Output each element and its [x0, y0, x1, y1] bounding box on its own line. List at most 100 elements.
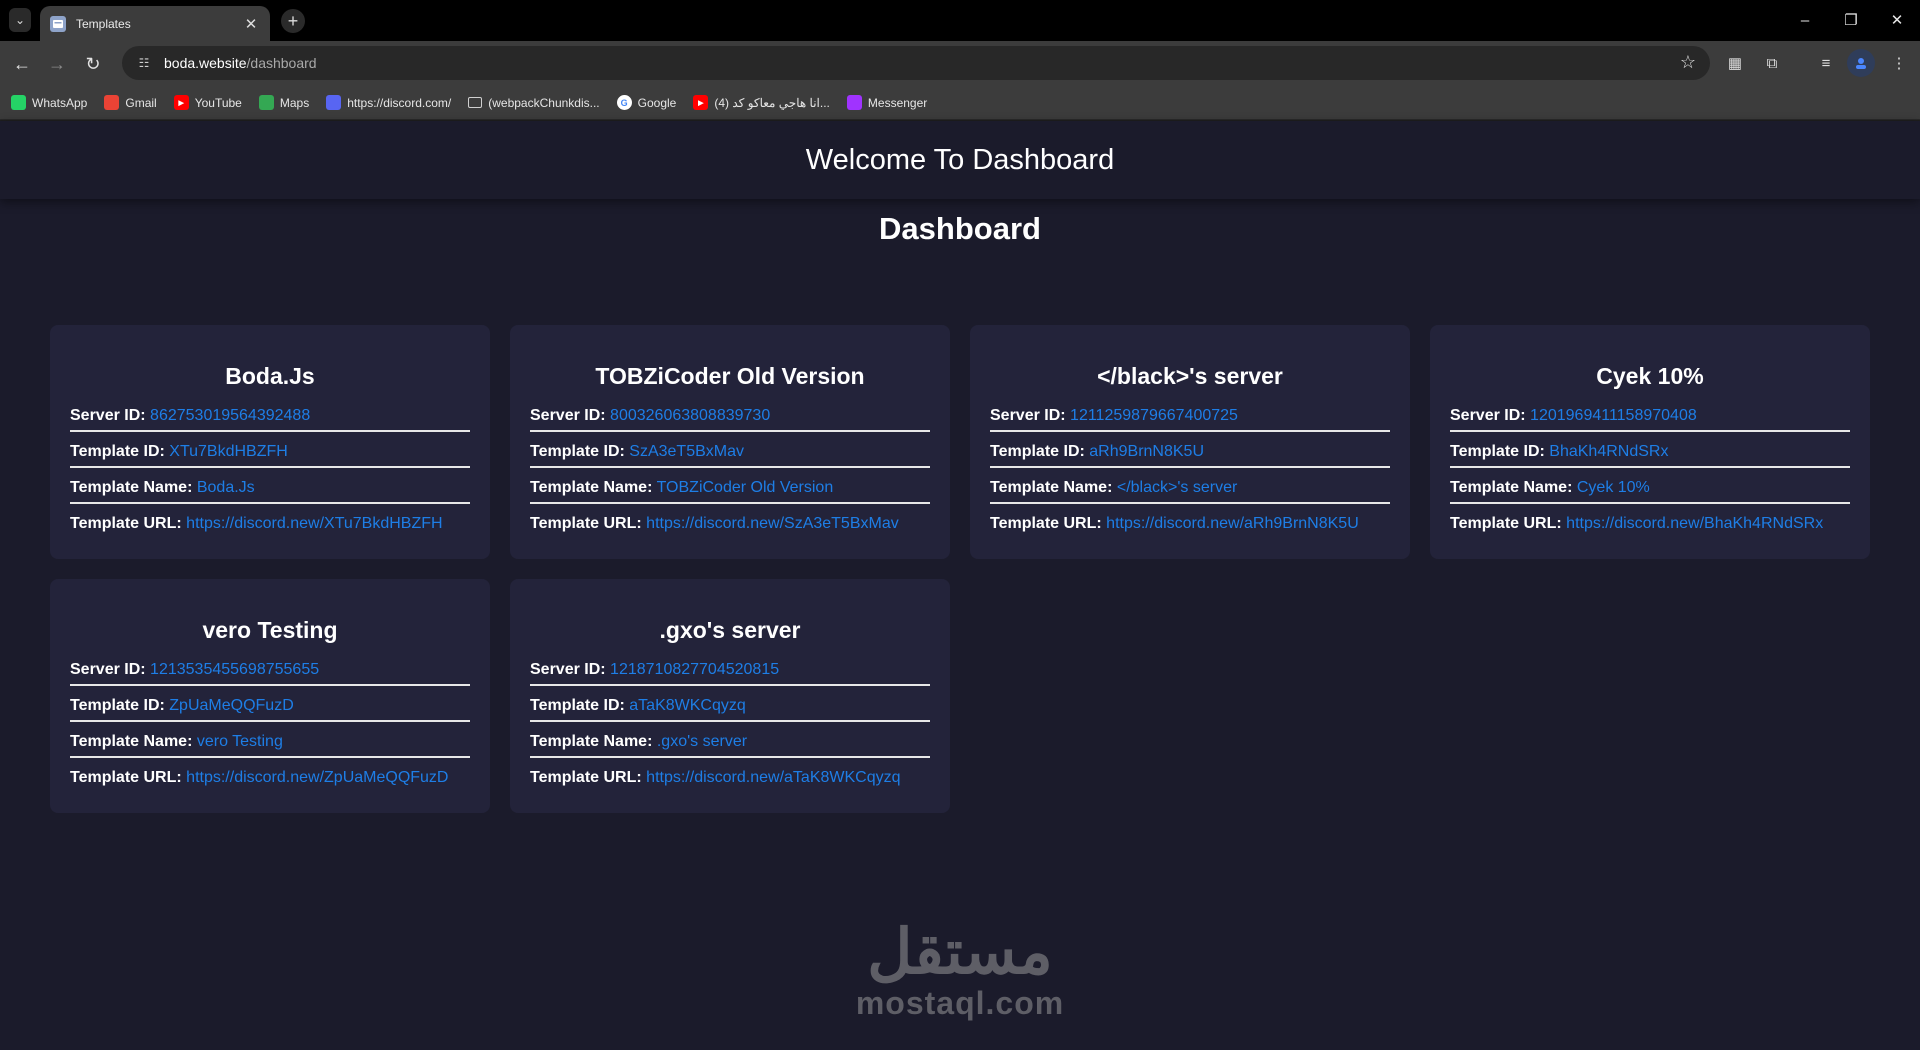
- card-title: .gxo's server: [659, 617, 801, 643]
- template-id-link[interactable]: aRh9BrnN8K5U: [1089, 443, 1204, 460]
- server-id-row: Server ID: 1213535455698755655: [70, 658, 470, 686]
- server-id-link[interactable]: 862753019564392488: [150, 407, 310, 424]
- restore-button[interactable]: ❐: [1836, 8, 1866, 32]
- page-header: Welcome To Dashboard: [0, 121, 1920, 199]
- mostaql-watermark-logo: مستقل mostaql.com: [840, 918, 1080, 1022]
- bookmark-item[interactable]: Maps: [258, 95, 309, 110]
- template-id-row: Template ID: SzA3eT5BxMav: [530, 440, 930, 468]
- template-id-row: Template ID: XTu7BkdHBZFH: [70, 440, 470, 468]
- new-tab-button[interactable]: +: [281, 9, 305, 33]
- server-id-link[interactable]: 1201969411158970408: [1530, 407, 1697, 424]
- template-id-label: Template ID:: [1450, 443, 1545, 460]
- bookmark-item[interactable]: https://discord.com/: [326, 95, 451, 110]
- reload-icon: ↻: [85, 53, 101, 74]
- template-url-row: Template URL: https://discord.new/XTu7Bk…: [70, 512, 470, 548]
- server-id-row: Server ID: 862753019564392488: [70, 404, 470, 432]
- template-id-link[interactable]: aTaK8WKCqyzq: [629, 697, 746, 714]
- maps-icon: [258, 95, 274, 110]
- template-id-row: Template ID: aRh9BrnN8K5U: [990, 440, 1390, 468]
- template-card: Boda.Js Server ID: 862753019564392488 Temp…: [50, 325, 490, 559]
- template-url-label: Template URL:: [70, 515, 182, 532]
- template-card: .gxo's server Server ID: 1218710827704520…: [510, 579, 950, 813]
- minimize-button[interactable]: –: [1790, 8, 1820, 32]
- template-id-label: Template ID:: [530, 443, 625, 460]
- server-id-link[interactable]: 800326063808839730: [610, 407, 770, 424]
- template-card: </black>'s server Server ID: 121125987966…: [970, 325, 1410, 559]
- template-name-label: Template Name:: [70, 733, 193, 750]
- template-name-link[interactable]: Boda.Js: [197, 479, 255, 496]
- close-window-button[interactable]: ✕: [1882, 8, 1912, 32]
- template-name-link[interactable]: TOBZiCoder Old Version: [657, 479, 834, 496]
- bookmark-item[interactable]: (webpackChunkdis...: [468, 96, 600, 110]
- template-url-row: Template URL: https://discord.new/BhaKh4…: [1450, 512, 1850, 548]
- template-url-link[interactable]: https://discord.new/BhaKh4RNdSRx: [1566, 515, 1823, 532]
- template-id-link[interactable]: SzA3eT5BxMav: [629, 443, 744, 460]
- bookmark-label: WhatsApp: [32, 95, 88, 110]
- tab-favicon-icon: [50, 15, 66, 32]
- template-id-link[interactable]: ZpUaMeQQFuzD: [169, 697, 293, 714]
- back-button[interactable]: ←: [9, 51, 35, 77]
- template-id-label: Template ID:: [70, 697, 165, 714]
- bookmark-item[interactable]: ▶ YouTube: [173, 95, 242, 110]
- template-card: TOBZiCoder Old Version Server ID: 8003260…: [510, 325, 950, 559]
- card-title: vero Testing: [202, 617, 338, 643]
- messenger-icon: [846, 95, 862, 110]
- template-card: vero Testing Server ID: 12135354556987556…: [50, 579, 490, 813]
- template-url-row: Template URL: https://discord.new/ZpUaMe…: [70, 766, 470, 802]
- bookmark-label: YouTube: [194, 95, 242, 110]
- template-name-link[interactable]: .gxo's server: [657, 733, 747, 750]
- bookmark-label: (4) انا هاجي معاكو كد...: [714, 95, 830, 110]
- template-id-label: Template ID:: [530, 697, 625, 714]
- template-name-row: Template Name: </black>'s server: [990, 476, 1390, 504]
- template-url-label: Template URL:: [990, 515, 1102, 532]
- template-name-link[interactable]: </black>'s server: [1117, 479, 1237, 496]
- forward-button[interactable]: →: [44, 51, 70, 77]
- template-url-link[interactable]: https://discord.new/SzA3eT5BxMav: [646, 515, 899, 532]
- browser-toolbar: ← → ↻ ☷ boda.website/dashboard ☆ ▦ ⧉ ≡ ⋮: [0, 41, 1920, 86]
- server-id-link[interactable]: 1218710827704520815: [610, 661, 779, 678]
- youtube-icon: ▶: [173, 95, 189, 110]
- profile-icon: [1856, 58, 1866, 69]
- server-id-row: Server ID: 1201969411158970408: [1450, 404, 1850, 432]
- folder-icon: [468, 97, 483, 108]
- bookmark-label: Google: [637, 95, 677, 110]
- reload-button[interactable]: ↻: [80, 51, 106, 77]
- server-id-label: Server ID:: [530, 407, 606, 424]
- profile-avatar[interactable]: [1847, 49, 1875, 77]
- dashboard-page: Welcome To Dashboard Dashboard Boda.Js Se…: [0, 121, 1920, 1050]
- address-bar[interactable]: ☷ boda.website/dashboard ☆: [122, 46, 1710, 80]
- menu-kebab-icon[interactable]: ⋮: [1888, 52, 1910, 74]
- url-host: boda.website: [164, 55, 247, 71]
- card-title: Cyek 10%: [1596, 363, 1704, 389]
- server-id-label: Server ID:: [530, 661, 606, 678]
- tab-templates[interactable]: Templates ✕: [40, 6, 270, 41]
- bookmark-item[interactable]: WhatsApp: [11, 95, 87, 110]
- template-url-link[interactable]: https://discord.new/aTaK8WKCqyzq: [646, 769, 900, 786]
- bookmark-item[interactable]: Gmail: [104, 95, 157, 110]
- template-name-link[interactable]: vero Testing: [197, 733, 283, 750]
- server-id-link[interactable]: 1211259879667400725: [1070, 407, 1238, 424]
- bookmark-star-icon[interactable]: ☆: [1680, 52, 1696, 73]
- watermark-arabic: مستقل: [867, 918, 1053, 987]
- template-url-link[interactable]: https://discord.new/aRh9BrnN8K5U: [1106, 515, 1359, 532]
- site-info-icon[interactable]: ☷: [134, 53, 154, 73]
- extensions-icon[interactable]: ⧉: [1761, 52, 1783, 74]
- qr-code-icon[interactable]: ▦: [1724, 52, 1746, 74]
- template-url-link[interactable]: https://discord.new/XTu7BkdHBZFH: [186, 515, 442, 532]
- template-name-label: Template Name:: [530, 733, 653, 750]
- template-url-link[interactable]: https://discord.new/ZpUaMeQQFuzD: [186, 769, 448, 786]
- tab-search-button[interactable]: ⌄: [9, 8, 31, 32]
- template-id-link[interactable]: XTu7BkdHBZFH: [169, 443, 288, 460]
- template-card: Cyek 10% Server ID: 1201969411158970408 Te…: [1430, 325, 1870, 559]
- server-id-link[interactable]: 1213535455698755655: [150, 661, 319, 678]
- close-tab-icon[interactable]: ✕: [242, 15, 260, 33]
- template-name-link[interactable]: Cyek 10%: [1577, 479, 1650, 496]
- bookmark-item[interactable]: Messenger: [846, 95, 928, 110]
- template-id-link[interactable]: BhaKh4RNdSRx: [1549, 443, 1668, 460]
- bookmark-item[interactable]: G Google: [616, 95, 677, 110]
- bookmark-item[interactable]: ▶ (4) انا هاجي معاكو كد...: [693, 95, 830, 110]
- template-name-row: Template Name: TOBZiCoder Old Version: [530, 476, 930, 504]
- reading-list-icon[interactable]: ≡: [1815, 52, 1837, 74]
- card-title: TOBZiCoder Old Version: [595, 363, 865, 389]
- bookmark-label: Messenger: [867, 95, 928, 110]
